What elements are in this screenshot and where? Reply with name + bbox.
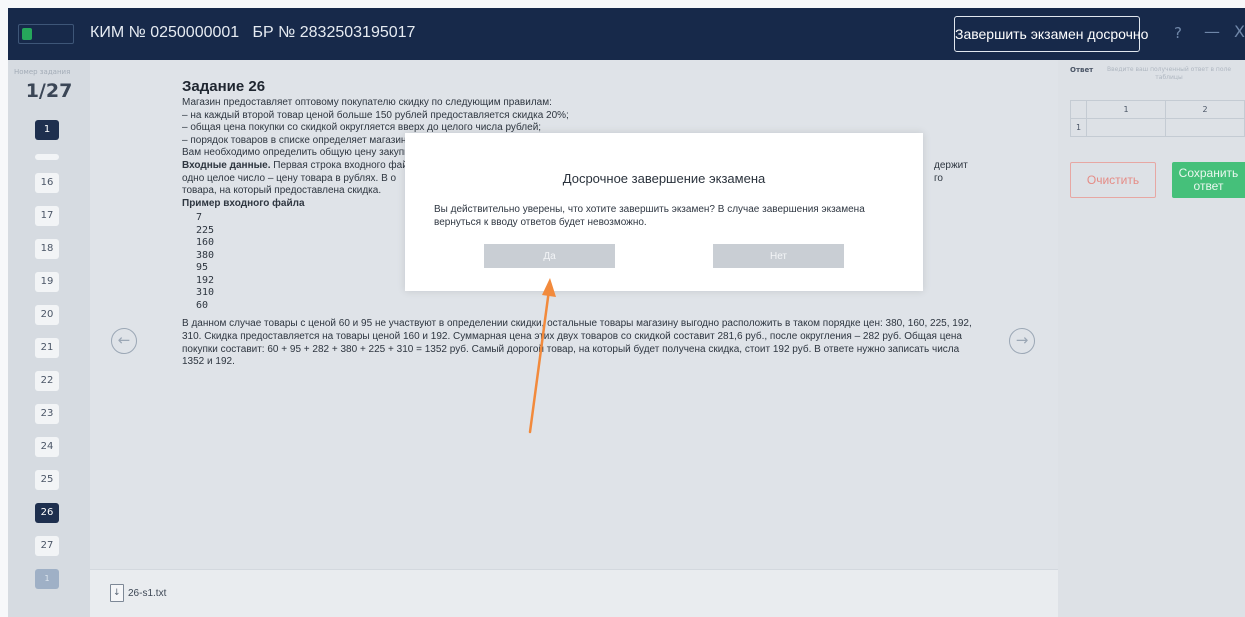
answer-cell-2[interactable] <box>1165 118 1245 137</box>
task-item-22[interactable]: 22 <box>35 371 59 391</box>
clear-button[interactable]: Очистить <box>1070 162 1156 198</box>
answer-header-row: 1 2 <box>1070 100 1245 119</box>
input-data-text: Первая строка входного файла <box>270 159 420 171</box>
task-item-first[interactable]: 1 <box>35 120 59 140</box>
app-logo <box>18 24 74 44</box>
br-number: БР № 2832503195017 <box>252 24 416 41</box>
attachments-bar: 26-s1.txt <box>90 569 1058 617</box>
answer-panel: Ответ Введите ваш полученный ответ в пол… <box>1058 60 1245 617</box>
file-download-icon[interactable] <box>110 584 124 602</box>
task-item-last[interactable]: 1 <box>35 569 59 589</box>
corner-cell <box>1070 100 1087 119</box>
dialog-message: Вы действительно уверены, что хотите зав… <box>434 204 865 228</box>
column-header: 2 <box>1165 100 1245 119</box>
confirm-yes-button[interactable]: Да <box>484 244 615 268</box>
exam-app: КИМ № 0250000001 БР № 2832503195017 Заве… <box>8 8 1245 617</box>
input-data-text-2: одно целое число – цену товара в рублях.… <box>182 172 397 184</box>
answer-row: 1 <box>1070 118 1245 137</box>
task-explanation: В данном случае товары с ценой 60 и 95 н… <box>182 318 972 368</box>
kim-number: КИМ № 0250000001 <box>90 24 240 41</box>
task-item-18[interactable]: 18 <box>35 239 59 259</box>
task-item-26[interactable]: 26 <box>35 503 59 523</box>
top-bar: КИМ № 0250000001 БР № 2832503195017 Заве… <box>8 8 1245 60</box>
task-title: Задание 26 <box>182 78 266 95</box>
task-item-20[interactable]: 20 <box>35 305 59 325</box>
task-item-27[interactable]: 27 <box>35 536 59 556</box>
help-icon[interactable]: ? <box>1174 24 1182 42</box>
column-header: 1 <box>1086 100 1166 119</box>
input-data-text-tail: держит <box>934 159 968 171</box>
minimize-icon[interactable]: — <box>1204 22 1220 41</box>
task-line: Магазин предоставляет оптовому покупател… <box>182 97 552 108</box>
next-task-arrow-icon[interactable]: → <box>1009 328 1035 354</box>
input-data-label: Входные данные. <box>182 159 271 171</box>
prev-task-arrow-icon[interactable]: ← <box>111 328 137 354</box>
dialog-title: Досрочное завершение экзамена <box>562 171 766 186</box>
navigator-caption: Номер задания <box>14 68 71 76</box>
task-item-25[interactable]: 25 <box>35 470 59 490</box>
attachment-file-link[interactable]: 26-s1.txt <box>128 588 166 599</box>
answer-hint: Введите ваш полученный ответ в поле табл… <box>1106 66 1232 81</box>
logo-mark-icon <box>22 28 32 40</box>
confirm-no-button[interactable]: Нет <box>713 244 844 268</box>
answer-table: 1 2 1 <box>1070 100 1245 137</box>
input-data-text-2-tail: го <box>934 172 943 184</box>
task-item-21[interactable]: 21 <box>35 338 59 358</box>
task-item-24[interactable]: 24 <box>35 437 59 457</box>
task-item-23[interactable]: 23 <box>35 404 59 424</box>
answer-cell-1[interactable] <box>1086 118 1166 137</box>
task-item-19[interactable]: 19 <box>35 272 59 292</box>
answer-label: Ответ <box>1070 66 1094 74</box>
task-line: – на каждый второй товар ценой больше 15… <box>182 109 569 121</box>
task-item-17[interactable]: 17 <box>35 206 59 226</box>
task-counter: 1/27 <box>25 80 73 102</box>
save-label-1: Сохранить <box>1178 166 1239 180</box>
task-navigator: Номер задания 1/27 1 16 17 18 19 20 21 2… <box>8 60 90 617</box>
save-label-2: ответ <box>1193 179 1224 193</box>
save-answer-button[interactable]: Сохранить ответ <box>1172 162 1245 198</box>
task-item-16[interactable]: 16 <box>35 173 59 193</box>
row-header: 1 <box>1070 118 1087 137</box>
task-item-partial[interactable] <box>35 154 59 160</box>
early-finish-dialog: Досрочное завершение экзамена Вы действи… <box>405 133 923 291</box>
exam-ids: КИМ № 0250000001 БР № 2832503195017 <box>90 24 415 42</box>
finish-exam-early-button[interactable]: Завершить экзамен досрочно <box>954 16 1148 52</box>
example-value: 60 <box>196 299 209 311</box>
close-icon[interactable]: X <box>1234 22 1245 41</box>
